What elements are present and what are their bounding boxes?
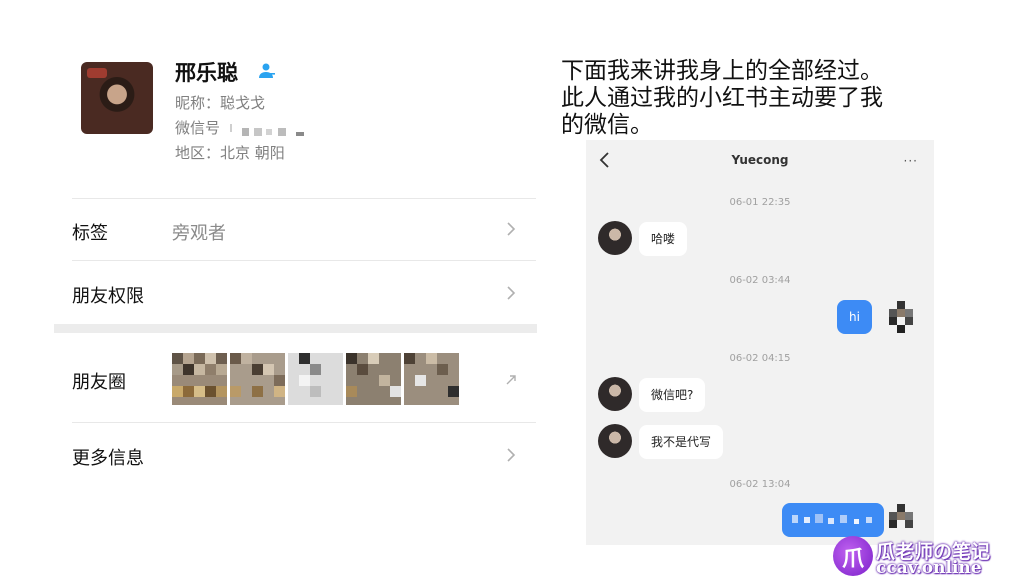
wechat-profile-panel: 邢乐聪 昵称：聪戈戈 微信号 地区：北京 朝阳 标签 旁观者 朋友权限 朋友圈: [0, 0, 545, 576]
profile-avatar[interactable]: [81, 62, 153, 134]
story-caption: 下面我来讲我身上的全部经过。 此人通过我的小红书主动要了我 的微信。: [561, 58, 941, 139]
outgoing-message-bubble-redacted: [782, 503, 884, 537]
contact-person-icon: [259, 63, 275, 78]
chevron-right-icon[interactable]: [505, 286, 517, 300]
divider: [72, 198, 536, 199]
caption-line: 此人通过我的小红书主动要了我: [561, 85, 883, 111]
moments-photo-thumbnail[interactable]: [230, 353, 285, 405]
tags-row-label[interactable]: 标签: [72, 219, 108, 245]
profile-wechat-id-label: 微信号: [175, 119, 221, 137]
moments-row-label[interactable]: 朋友圈: [72, 368, 126, 394]
watermark-url: ccav.online: [876, 558, 982, 576]
contact-avatar[interactable]: [598, 424, 632, 458]
message-timestamp: 06-02 04:15: [729, 353, 791, 364]
caption-line: 的微信。: [561, 112, 653, 138]
message-timestamp: 06-02 03:44: [729, 275, 791, 286]
moments-photo-thumbnail[interactable]: [172, 353, 227, 405]
profile-nickname: 昵称：聪戈戈: [175, 94, 266, 112]
moments-photo-thumbnail[interactable]: [288, 353, 343, 405]
watermark-logo-glyph: 爪: [841, 547, 864, 572]
contact-avatar[interactable]: [598, 377, 632, 411]
more-info-row-label[interactable]: 更多信息: [72, 444, 144, 470]
my-avatar-mosaic[interactable]: [889, 301, 921, 333]
incoming-message-bubble: 我不是代写: [639, 425, 724, 459]
outgoing-message-bubble: hi: [837, 300, 872, 334]
caption-line: 下面我来讲我身上的全部经过。: [561, 58, 883, 84]
chevron-right-icon[interactable]: [505, 448, 517, 462]
chat-title: Yuecong: [731, 153, 789, 167]
friend-permissions-row-label[interactable]: 朋友权限: [72, 282, 144, 308]
my-avatar-mosaic[interactable]: [889, 504, 921, 536]
contact-avatar[interactable]: [598, 221, 632, 255]
xiaohongshu-chat-screenshot: Yuecong ··· 06-01 22:35 哈喽 06-02 03:44 h…: [586, 140, 934, 545]
message-timestamp: 06-02 13:04: [729, 479, 791, 490]
message-timestamp: 06-01 22:35: [729, 197, 791, 208]
incoming-message-bubble: 微信吧?: [639, 378, 706, 412]
wechat-id-mosaic: [230, 122, 306, 136]
more-options-icon[interactable]: ···: [904, 154, 918, 168]
tags-row-value[interactable]: 旁观者: [172, 219, 226, 245]
moments-photo-thumbnail[interactable]: [404, 353, 459, 405]
moments-photo-thumbnail[interactable]: [346, 353, 401, 405]
chevron-right-icon[interactable]: [505, 222, 517, 236]
profile-region: 地区：北京 朝阳: [175, 144, 285, 162]
incoming-message-bubble: 哈喽: [639, 222, 688, 256]
divider: [72, 260, 536, 261]
profile-name: 邢乐聪: [175, 61, 238, 85]
redacted-mosaic: [792, 514, 872, 524]
moments-expand-arrow-icon[interactable]: [505, 372, 517, 386]
divider: [72, 422, 536, 423]
section-separator: [54, 324, 537, 333]
watermark-logo: 爪: [833, 536, 873, 576]
